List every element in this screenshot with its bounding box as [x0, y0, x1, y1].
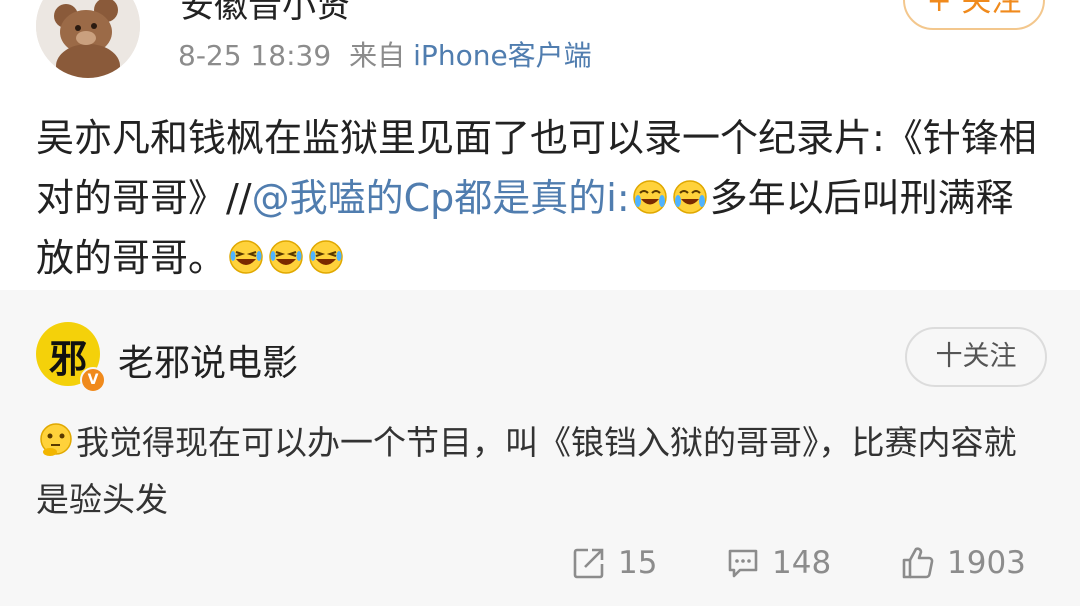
- comment-icon: [728, 549, 758, 578]
- share-icon: [573, 548, 604, 579]
- original-post-card[interactable]: 邪 V 老邪说电影 十关注 我觉得现在可以办一个节目，叫《锒铛入狱的哥哥》，比赛…: [0, 290, 1080, 606]
- crying-laugh-emoji-icon: [632, 180, 667, 214]
- thinking-emoji-icon: [40, 423, 72, 456]
- share-count: 15: [618, 545, 658, 581]
- original-follow-button[interactable]: 十关注: [905, 327, 1047, 387]
- crying-laugh-emoji-icon: [672, 180, 707, 214]
- original-username[interactable]: 老邪说电影: [118, 334, 298, 386]
- verified-badge-icon: V: [80, 367, 106, 393]
- like-button[interactable]: 1903: [901, 543, 1026, 583]
- laughing-emoji-icon: [309, 240, 343, 274]
- teddy-bear-avatar-image: [36, 0, 140, 78]
- like-count: 1903: [947, 545, 1026, 581]
- post-time: 8-25 18:39: [178, 39, 332, 72]
- thumbs-up-icon: [902, 547, 934, 579]
- laughing-emoji-icon: [269, 240, 303, 274]
- repost-text: 吴亦凡和钱枫在监狱里见面了也可以录一个纪录片:《针锋相对的哥哥》//@我嗑的Cp…: [36, 108, 1046, 288]
- laughing-emoji-icon: [229, 240, 263, 274]
- follow-button[interactable]: + 关注: [903, 0, 1045, 30]
- source-client[interactable]: iPhone客户端: [413, 39, 592, 72]
- original-post-text: 我觉得现在可以办一个节目，叫《锒铛入狱的哥哥》，比赛内容就是验头发: [36, 414, 1046, 528]
- user-mention-link[interactable]: @我嗑的Cp都是真的i:: [252, 176, 630, 220]
- repost-username[interactable]: 安徽音小贤: [180, 0, 350, 27]
- source-prefix: 来自: [349, 39, 406, 72]
- original-text-body: 我觉得现在可以办一个节目，叫《锒铛入狱的哥哥》，比赛内容就是验头发: [36, 423, 1017, 519]
- comment-count: 148: [772, 545, 832, 581]
- share-button[interactable]: 15: [572, 543, 657, 583]
- user-avatar[interactable]: [36, 0, 140, 78]
- post-meta: 8-25 18:39 来自 iPhone客户端: [178, 34, 610, 74]
- action-bar: 15 148 1903: [0, 543, 1080, 583]
- repost-post: 安徽音小贤 + 关注 8-25 18:39 来自 iPhone客户端 吴亦凡和钱枫在…: [0, 0, 1080, 290]
- comment-button[interactable]: 148: [726, 543, 831, 583]
